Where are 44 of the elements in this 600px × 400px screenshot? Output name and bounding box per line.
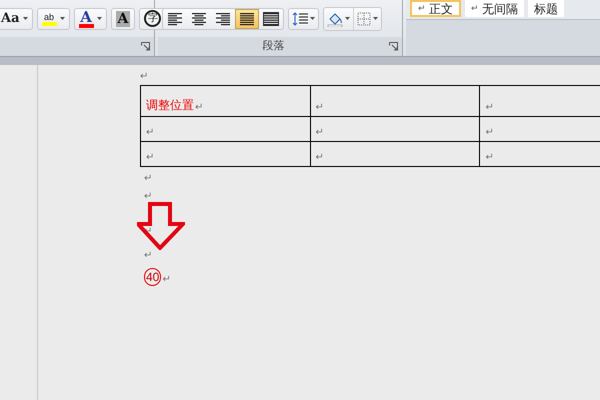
circled-number: 40 bbox=[144, 268, 162, 286]
paragraph-mark: ↵ bbox=[485, 152, 494, 164]
align-left-icon bbox=[167, 12, 183, 26]
style-item[interactable]: ↵ 正文 bbox=[410, 0, 461, 17]
line-spacing-icon bbox=[292, 12, 308, 26]
paragraph-mark: ↵ bbox=[316, 152, 324, 164]
caret-icon bbox=[345, 17, 350, 20]
change-case-label: Aa bbox=[1, 10, 20, 28]
highlighter-label: ab bbox=[44, 12, 54, 22]
paragraph-mark: ↵ bbox=[144, 191, 152, 203]
cell-text: 调整位置 bbox=[146, 97, 194, 114]
caret-icon bbox=[310, 17, 315, 20]
paragraph-mark: ↵ bbox=[195, 102, 203, 114]
group-label: 段落 bbox=[262, 39, 286, 54]
align-justify-icon bbox=[239, 12, 255, 26]
dialog-launcher-icon[interactable] bbox=[389, 42, 398, 51]
border-grid-icon bbox=[357, 12, 371, 26]
align-distributed-icon bbox=[263, 12, 279, 26]
paragraph-mark: ↵ bbox=[144, 173, 152, 185]
font-color-label: A bbox=[80, 10, 92, 24]
paragraph-mark: ↵ bbox=[146, 152, 154, 164]
paragraph-mark: ↵ bbox=[162, 274, 170, 286]
line-spacing-button[interactable] bbox=[288, 8, 319, 30]
highlight-button[interactable]: ab bbox=[36, 8, 70, 30]
align-right-icon bbox=[215, 12, 231, 26]
paragraph-mark: ↵ bbox=[146, 127, 154, 139]
dialog-launcher-icon[interactable] bbox=[141, 42, 150, 51]
paragraph-mark: ↵ bbox=[485, 127, 494, 139]
shade-button[interactable]: A bbox=[110, 8, 136, 30]
font-color-button[interactable]: A bbox=[74, 8, 107, 30]
paragraph-mark: ↵ bbox=[144, 250, 152, 262]
paragraph-mark: ↵ bbox=[485, 102, 494, 114]
caret-icon bbox=[373, 17, 378, 20]
style-item[interactable]: 标题 bbox=[528, 0, 564, 17]
align-center-icon bbox=[191, 12, 207, 26]
align-justify-button[interactable] bbox=[235, 8, 259, 28]
down-arrow-annotation bbox=[137, 202, 185, 250]
paragraph-mark: ↵ bbox=[316, 127, 324, 139]
paragraph-mark: ↵ bbox=[316, 102, 324, 114]
shaded-letter: A bbox=[116, 10, 130, 26]
case-button[interactable]: Aa bbox=[0, 8, 33, 30]
style-item[interactable]: ↵ 无间隔 bbox=[465, 0, 524, 17]
paint-bucket-icon bbox=[327, 10, 343, 26]
paragraph-mark: ↵ bbox=[140, 71, 148, 83]
